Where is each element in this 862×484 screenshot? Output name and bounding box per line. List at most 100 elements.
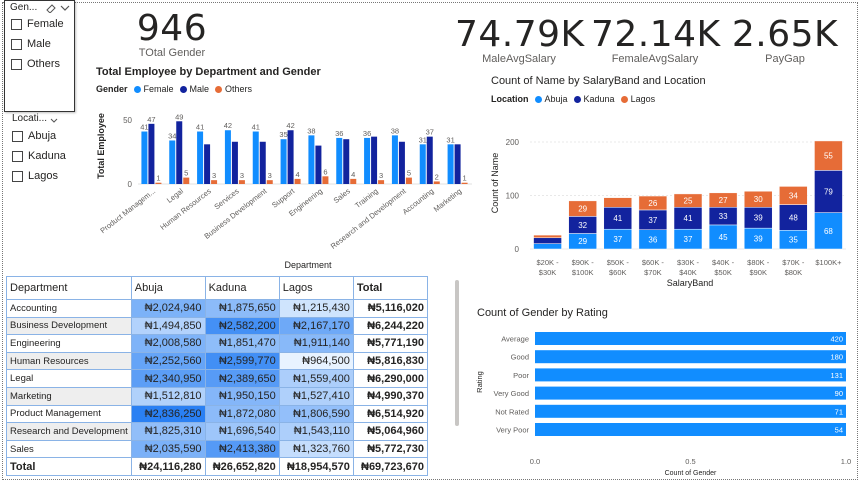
- checkbox[interactable]: [12, 150, 23, 162]
- bar-rating[interactable]: [535, 386, 846, 400]
- column-header[interactable]: Total: [352, 276, 429, 300]
- y-axis-title: Count of Name: [490, 153, 500, 214]
- checkbox[interactable]: [11, 58, 22, 70]
- slicer-item-abuja[interactable]: Abuja: [12, 127, 66, 145]
- total-cell: ₦26,652,820: [204, 457, 280, 476]
- bar-lagos[interactable]: [603, 197, 633, 208]
- bar-female[interactable]: [419, 144, 426, 184]
- data-label: 31: [446, 135, 454, 144]
- table-row[interactable]: Marketing ₦1,512,810 ₦1,950,150 ₦1,527,410 ₦…: [6, 386, 429, 406]
- gender-slicer[interactable]: Gen... Female Male Others: [4, 0, 75, 112]
- location-slicer[interactable]: Locati... Abuja Kaduna Lagos: [6, 112, 78, 187]
- bar-others[interactable]: [378, 180, 385, 184]
- row-header: Legal: [6, 369, 132, 388]
- bar-female[interactable]: [391, 135, 398, 184]
- slicer-item-lagos[interactable]: Lagos: [12, 167, 66, 185]
- x-tick-label: Human Resources: [158, 186, 213, 231]
- bar-female[interactable]: [169, 140, 176, 184]
- bar-others[interactable]: [211, 180, 218, 184]
- salary-matrix[interactable]: Department Abuja Kaduna Lagos Total Accounti…: [6, 276, 429, 476]
- bar-male[interactable]: [259, 141, 266, 184]
- bar-female[interactable]: [308, 135, 315, 184]
- slicer-item-kaduna[interactable]: Kaduna: [12, 147, 66, 165]
- bar-male[interactable]: [176, 121, 183, 184]
- bar-others[interactable]: [294, 178, 301, 184]
- bar-female[interactable]: [364, 137, 371, 184]
- checkbox[interactable]: [12, 130, 23, 142]
- chevron-down-icon[interactable]: [50, 118, 58, 124]
- bar-others[interactable]: [183, 177, 190, 184]
- dept-gender-chart[interactable]: 050Total EmployeeDepartment41471Product …: [90, 96, 480, 274]
- bar-others[interactable]: [433, 181, 440, 184]
- data-label: 5: [407, 169, 411, 178]
- salaryband-chart[interactable]: 0100200Count of NameSalaryBand$20K -$30K…: [486, 108, 852, 290]
- table-row[interactable]: Legal ₦2,340,950 ₦2,389,650 ₦1,559,400 ₦6,29…: [6, 369, 429, 388]
- row-header: Research and Development: [6, 422, 132, 441]
- bar-male[interactable]: [287, 130, 294, 184]
- bar-rating[interactable]: [535, 423, 846, 436]
- legend-item-male[interactable]: Male: [179, 84, 209, 94]
- x-tick-label: Accounting: [401, 186, 436, 216]
- table-row[interactable]: Engineering ₦2,008,580 ₦1,851,470 ₦1,911,14…: [6, 334, 429, 353]
- table-row[interactable]: Research and Development ₦1,825,310 ₦1,696…: [6, 422, 429, 441]
- table-row[interactable]: Business Development ₦1,494,850 ₦2,582,200…: [6, 316, 429, 336]
- bar-female[interactable]: [447, 144, 454, 184]
- checkbox[interactable]: [12, 170, 23, 182]
- bar-rating[interactable]: [535, 350, 846, 364]
- bar-female[interactable]: [280, 139, 287, 184]
- slicer-item-others[interactable]: Others: [11, 55, 64, 73]
- legend-item-female[interactable]: Female: [133, 84, 174, 94]
- data-label: 31: [419, 135, 427, 144]
- bar-male[interactable]: [343, 139, 350, 184]
- checkbox[interactable]: [11, 18, 22, 30]
- column-header[interactable]: Abuja: [130, 276, 206, 300]
- column-header[interactable]: Lagos: [278, 276, 354, 300]
- bar-male[interactable]: [315, 145, 322, 184]
- slicer-item-female[interactable]: Female: [11, 15, 64, 33]
- x-tick-label: 0.5: [685, 457, 695, 466]
- bar-rating[interactable]: [535, 368, 846, 382]
- table-row[interactable]: Accounting ₦2,024,940 ₦1,875,650 ₦1,215,430…: [6, 299, 429, 318]
- column-header[interactable]: Kaduna: [204, 276, 280, 300]
- bar-female[interactable]: [252, 131, 259, 184]
- bar-female[interactable]: [197, 131, 204, 184]
- table-row[interactable]: Product Management ₦2,836,250 ₦1,872,080 ₦1…: [6, 404, 429, 424]
- column-header[interactable]: Department: [6, 276, 132, 300]
- bar-male[interactable]: [204, 144, 211, 184]
- bar-kaduna[interactable]: [533, 237, 562, 244]
- bar-rating[interactable]: [535, 404, 846, 418]
- eraser-icon[interactable]: [45, 3, 57, 13]
- bar-others[interactable]: [461, 182, 468, 184]
- legend-title: Gender: [96, 84, 128, 94]
- slicer-item-male[interactable]: Male: [11, 35, 64, 53]
- bar-male[interactable]: [231, 141, 238, 184]
- bar-abuja[interactable]: [533, 243, 562, 250]
- bar-rating[interactable]: [535, 332, 846, 345]
- bar-others[interactable]: [155, 182, 162, 184]
- bar-male[interactable]: [398, 141, 405, 184]
- bar-female[interactable]: [141, 131, 148, 184]
- rating-chart[interactable]: Average 420 Good 180 Poor 131 Very Good 90 Not R…: [474, 322, 854, 478]
- bar-male[interactable]: [371, 136, 378, 184]
- matrix-scrollbar[interactable]: [455, 280, 459, 426]
- table-row[interactable]: Human Resources ₦2,252,560 ₦2,599,770 ₦964,…: [6, 351, 429, 371]
- chevron-down-icon[interactable]: [60, 4, 70, 12]
- bar-male[interactable]: [454, 144, 461, 184]
- data-label: 30: [754, 195, 763, 204]
- checkbox[interactable]: [11, 38, 22, 50]
- bar-others[interactable]: [322, 176, 329, 184]
- bar-male[interactable]: [148, 123, 155, 184]
- legend-item-kaduna[interactable]: Kaduna: [573, 94, 615, 104]
- bar-female[interactable]: [224, 130, 231, 184]
- legend-item-others[interactable]: Others: [215, 84, 252, 94]
- bar-others[interactable]: [405, 177, 412, 184]
- bar-others[interactable]: [238, 180, 245, 184]
- legend-item-lagos[interactable]: Lagos: [620, 94, 655, 104]
- bar-female[interactable]: [336, 137, 343, 184]
- bar-others[interactable]: [266, 180, 273, 184]
- bar-lagos[interactable]: [533, 234, 562, 239]
- bar-male[interactable]: [426, 136, 433, 184]
- bar-others[interactable]: [350, 178, 357, 184]
- table-row[interactable]: Sales ₦2,035,590 ₦2,413,380 ₦1,323,760 ₦5,77…: [6, 439, 429, 459]
- legend-item-abuja[interactable]: Abuja: [534, 94, 568, 104]
